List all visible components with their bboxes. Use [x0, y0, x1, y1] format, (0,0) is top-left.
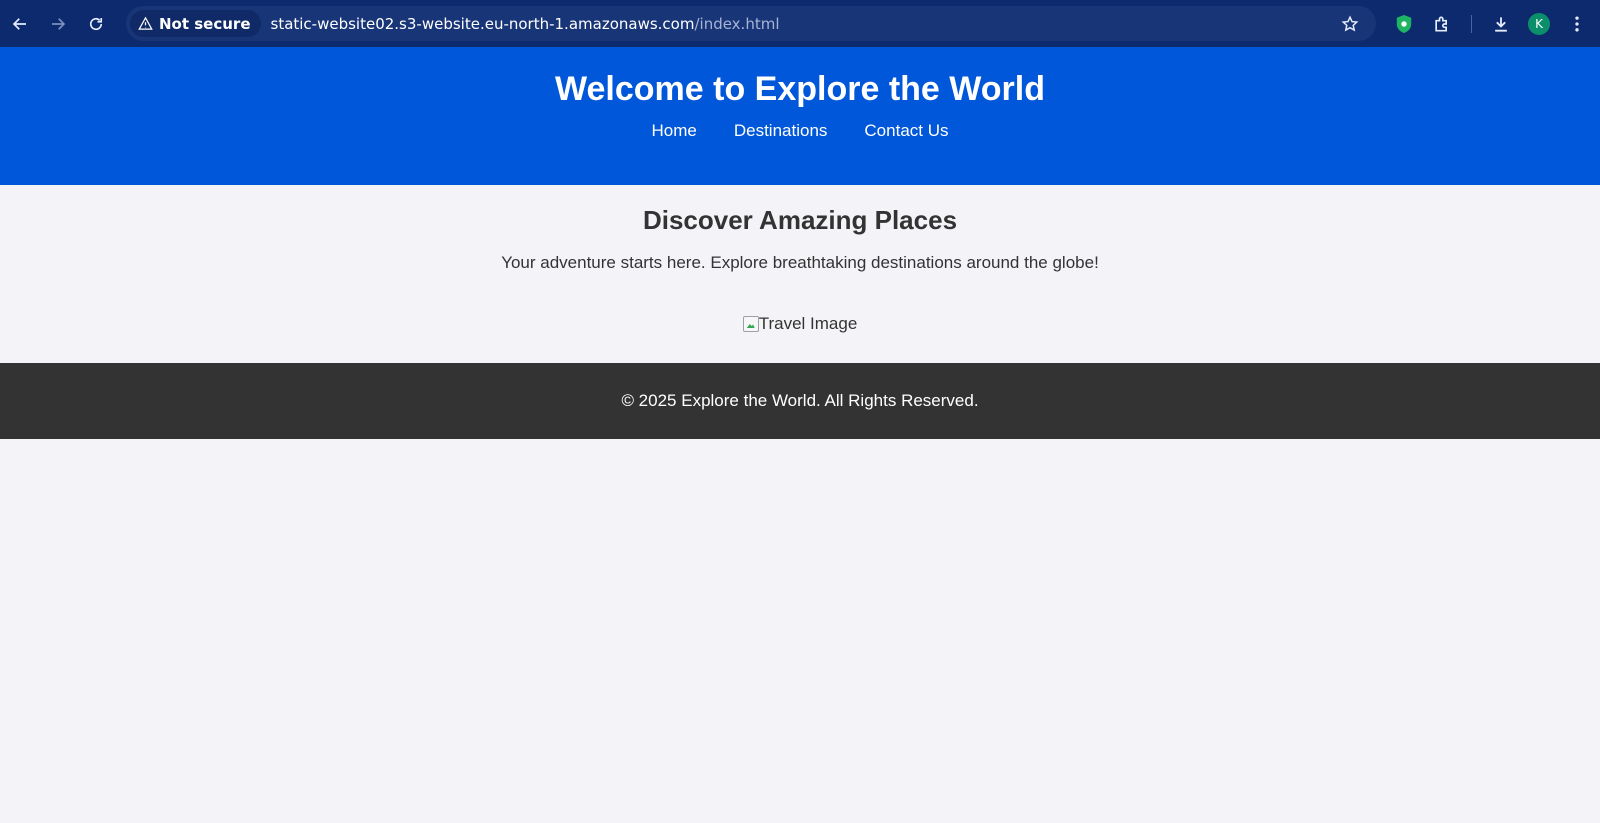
back-arrow-icon[interactable]	[1, 5, 39, 43]
nav-link-home[interactable]: Home	[651, 121, 696, 141]
nav-link-contact-us[interactable]: Contact Us	[864, 121, 948, 141]
address-bar[interactable]: Not secure static-website02.s3-website.e…	[126, 6, 1376, 41]
avatar: K	[1528, 12, 1550, 35]
url-text[interactable]: static-website02.s3-website.eu-north-1.a…	[271, 15, 780, 33]
url-path: /index.html	[694, 14, 780, 33]
url-host: static-website02.s3-website.eu-north-1.a…	[270, 14, 695, 33]
section-heading: Discover Amazing Places	[642, 205, 958, 235]
kebab-menu-icon[interactable]	[1558, 5, 1596, 43]
travel-image: Travel Image	[742, 314, 858, 334]
page-title: Welcome to Explore the World	[555, 70, 1045, 108]
broken-image-icon	[742, 316, 759, 332]
shield-extension-icon[interactable]	[1385, 5, 1423, 43]
warning-icon	[138, 16, 153, 30]
star-icon[interactable]	[1338, 12, 1362, 36]
reload-icon[interactable]	[77, 5, 115, 43]
toolbar-right: K	[1385, 0, 1596, 47]
security-label: Not secure	[159, 14, 251, 33]
tagline: Your adventure starts here. Explore brea…	[501, 253, 1099, 272]
download-icon[interactable]	[1482, 5, 1520, 43]
site-footer: © 2025 Explore the World. All Rights Res…	[0, 363, 1600, 439]
toolbar-divider	[1471, 14, 1472, 33]
puzzle-icon[interactable]	[1423, 5, 1461, 43]
profile-button[interactable]: K	[1520, 5, 1558, 43]
security-indicator[interactable]: Not secure	[130, 10, 261, 37]
browser-toolbar: Not secure static-website02.s3-website.e…	[0, 0, 1600, 47]
site-header: Welcome to Explore the World Home Destin…	[0, 47, 1600, 185]
image-alt-text: Travel Image	[758, 314, 858, 333]
nav-link-destinations[interactable]: Destinations	[734, 121, 828, 141]
main-content: Discover Amazing Places Your adventure s…	[0, 185, 1600, 337]
main-nav: Home Destinations Contact Us	[0, 121, 1600, 141]
footer-text: © 2025 Explore the World. All Rights Res…	[621, 391, 979, 410]
forward-arrow-icon[interactable]	[39, 5, 77, 43]
